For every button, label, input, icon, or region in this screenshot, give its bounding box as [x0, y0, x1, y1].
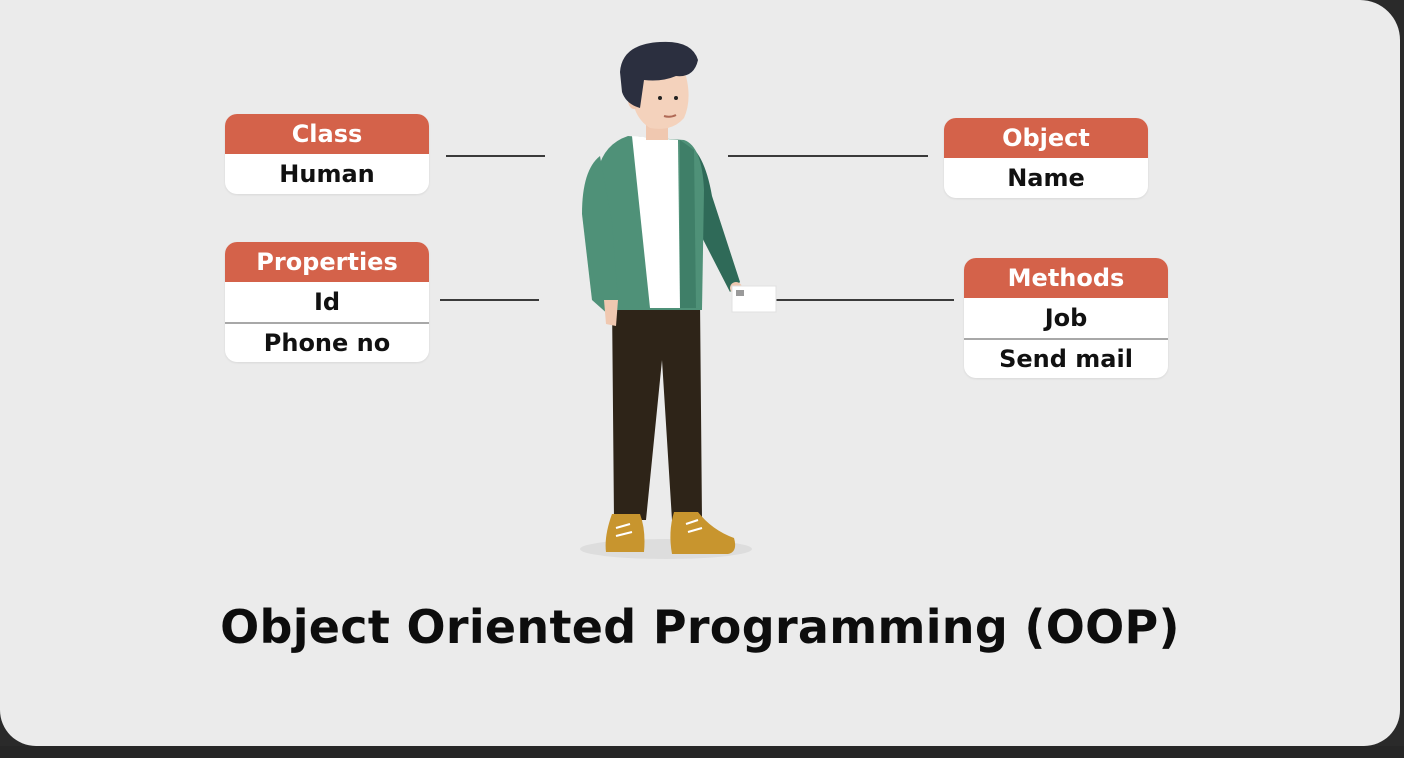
page-title: Object Oriented Programming (OOP) — [220, 600, 1180, 654]
methods-box: Methods Job Send mail — [964, 258, 1168, 378]
right-shoe — [670, 512, 736, 554]
properties-box-header: Properties — [225, 242, 429, 282]
properties-box-row-phone: Phone no — [225, 322, 429, 362]
properties-box: Properties Id Phone no — [225, 242, 429, 362]
object-box-row: Name — [1007, 164, 1085, 192]
class-box-header: Class — [225, 114, 429, 154]
class-box: Class Human — [225, 114, 429, 194]
bottom-bar — [0, 746, 1404, 758]
card-in-hand — [731, 285, 777, 313]
class-box-row: Human — [279, 160, 375, 188]
pants — [612, 300, 702, 520]
methods-box-header: Methods — [964, 258, 1168, 298]
diagram-card: Class Human Properties Id Phone no Objec… — [0, 0, 1400, 746]
methods-box-row-job: Job — [1044, 304, 1088, 332]
properties-connector-line — [440, 299, 539, 301]
object-box: Object Name — [944, 118, 1148, 198]
methods-box-row-mail: Send mail — [964, 338, 1168, 378]
person-illustration — [580, 41, 777, 559]
class-connector-line — [446, 155, 545, 157]
object-box-header: Object — [944, 118, 1148, 158]
properties-box-row-id: Id — [313, 288, 341, 316]
